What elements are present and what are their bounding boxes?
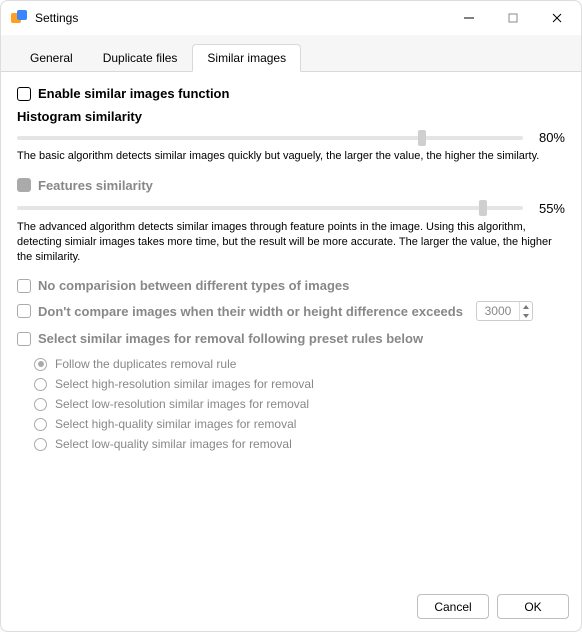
dialog-footer: Cancel OK	[1, 586, 581, 631]
spin-up-icon[interactable]	[520, 302, 532, 311]
ok-button[interactable]: OK	[497, 594, 569, 619]
radio-follow-duplicates-label: Follow the duplicates removal rule	[55, 357, 236, 371]
dim-diff-spinner[interactable]	[519, 302, 532, 320]
app-icon	[11, 10, 27, 26]
histogram-value: 80%	[531, 130, 565, 145]
tab-bar: General Duplicate files Similar images	[1, 35, 581, 72]
radio-low-res[interactable]	[34, 398, 47, 411]
histogram-slider[interactable]	[17, 136, 523, 140]
features-title: Features similarity	[38, 178, 153, 193]
no-compare-types-checkbox[interactable]	[17, 279, 31, 293]
histogram-title: Histogram similarity	[17, 109, 565, 124]
radio-follow-duplicates[interactable]	[34, 358, 47, 371]
close-button[interactable]	[535, 3, 579, 33]
tab-content: Enable similar images function Histogram…	[1, 72, 581, 586]
dim-diff-label: Don't compare images when their width or…	[38, 304, 463, 319]
enable-label: Enable similar images function	[38, 86, 229, 101]
features-value: 55%	[531, 201, 565, 216]
spin-down-icon[interactable]	[520, 311, 532, 320]
radio-high-quality[interactable]	[34, 418, 47, 431]
radio-low-res-label: Select low-resolution similar images for…	[55, 397, 309, 411]
maximize-button[interactable]	[491, 3, 535, 33]
window-title: Settings	[35, 11, 78, 25]
radio-high-quality-label: Select high-quality similar images for r…	[55, 417, 296, 431]
minimize-button[interactable]	[447, 3, 491, 33]
dim-diff-field[interactable]	[476, 301, 533, 321]
features-desc: The advanced algorithm detects similar i…	[17, 220, 565, 265]
cancel-button[interactable]: Cancel	[417, 594, 489, 619]
dim-diff-input[interactable]	[477, 304, 519, 318]
enable-checkbox[interactable]	[17, 87, 31, 101]
window-controls	[447, 3, 579, 33]
radio-high-res-label: Select high-resolution similar images fo…	[55, 377, 314, 391]
radio-low-quality-label: Select low-quality similar images for re…	[55, 437, 292, 451]
preset-checkbox[interactable]	[17, 332, 31, 346]
dim-diff-checkbox[interactable]	[17, 304, 31, 318]
preset-label: Select similar images for removal follow…	[38, 331, 423, 346]
features-checkbox[interactable]	[17, 178, 31, 192]
histogram-desc: The basic algorithm detects similar imag…	[17, 149, 565, 164]
settings-window: Settings General Duplicate files Similar…	[0, 0, 582, 632]
tab-general[interactable]: General	[15, 44, 88, 72]
features-slider[interactable]	[17, 206, 523, 210]
no-compare-types-label: No comparision between different types o…	[38, 278, 349, 293]
tab-similar-images[interactable]: Similar images	[192, 44, 301, 72]
tab-duplicate-files[interactable]: Duplicate files	[88, 44, 193, 72]
radio-high-res[interactable]	[34, 378, 47, 391]
title-bar: Settings	[1, 1, 581, 35]
radio-low-quality[interactable]	[34, 438, 47, 451]
